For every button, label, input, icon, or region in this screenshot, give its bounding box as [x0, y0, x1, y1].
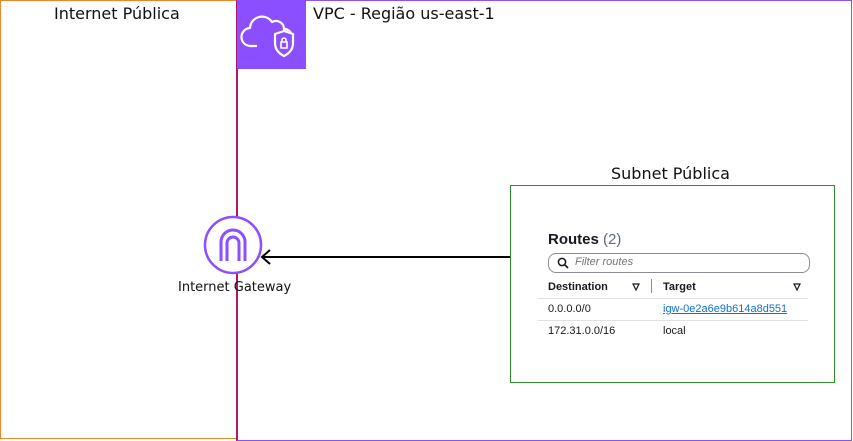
internet-gateway-icon [203, 215, 263, 275]
internet-gateway-label: Internet Gateway [178, 280, 292, 295]
filter-routes-input[interactable] [575, 256, 795, 268]
routes-count: (2) [603, 231, 622, 248]
internet-zone [0, 0, 236, 439]
row-divider [538, 320, 808, 321]
column-header-target[interactable]: Target [663, 281, 696, 293]
routes-heading-label: Routes [548, 231, 599, 248]
sort-down-icon[interactable] [793, 283, 801, 291]
sort-down-icon[interactable] [632, 283, 640, 291]
search-icon [557, 257, 569, 269]
route-target-link[interactable]: igw-0e2a6e9b614a8d551 [663, 303, 787, 315]
column-header-destination[interactable]: Destination [548, 281, 608, 293]
vpc-shield-cloud-icon [237, 0, 306, 69]
subnet-title: Subnet Pública [611, 164, 730, 183]
route-destination: 0.0.0.0/0 [548, 303, 591, 315]
route-destination: 172.31.0.0/16 [548, 325, 616, 337]
routes-panel: Routes (2) Destination Target 0.0.0.0/0 … [538, 219, 810, 347]
filter-routes-field[interactable] [548, 253, 810, 273]
internet-title: Internet Pública [54, 4, 180, 23]
row-divider [538, 298, 808, 299]
route-target: local [663, 325, 686, 337]
routes-heading: Routes (2) [548, 231, 621, 248]
column-divider [651, 279, 652, 293]
route-arrow [260, 249, 510, 265]
vpc-title: VPC - Região us-east-1 [313, 4, 495, 23]
